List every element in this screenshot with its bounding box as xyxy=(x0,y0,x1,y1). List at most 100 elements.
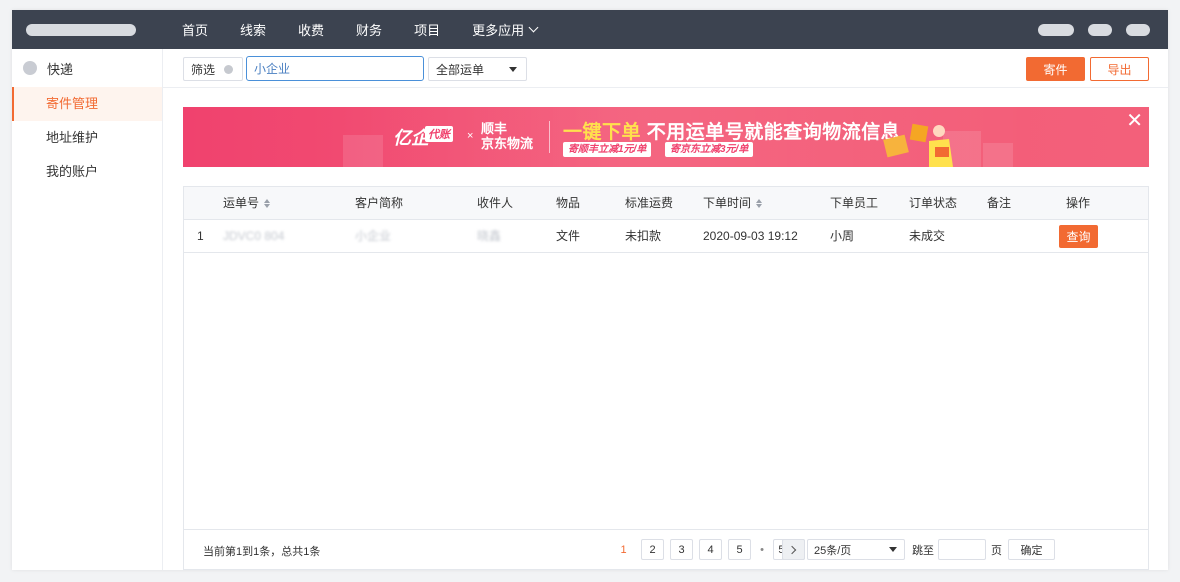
table-header: 运单号 客户简称 收件人 物品 标准运费 下单时间 下单员工 订单状态 备注 操… xyxy=(184,187,1148,220)
item-type: 文件 xyxy=(556,229,581,243)
chevron-down-icon xyxy=(528,22,539,33)
main-content: 筛选 全部运单 寄件 导出 亿企 代账 × 顺丰 京东物流 xyxy=(163,49,1168,570)
filter-toggle[interactable]: 筛选 xyxy=(183,57,243,81)
column-header-label: 下单时间 xyxy=(703,196,752,210)
nav-label: 线索 xyxy=(240,23,267,38)
column-header-label: 标准运费 xyxy=(625,196,674,210)
column-header-order-time[interactable]: 下单时间 xyxy=(703,187,763,220)
waybill-type-select[interactable]: 全部运单 xyxy=(428,57,527,81)
user-actions xyxy=(1024,24,1150,36)
page-size-value: 25条/页 xyxy=(814,544,852,557)
select-value: 全部运单 xyxy=(436,62,485,77)
column-header-label: 备注 xyxy=(987,196,1012,210)
chevron-right-icon xyxy=(787,545,797,554)
order-staff: 小周 xyxy=(830,229,855,243)
jump-label: 跳至 xyxy=(912,544,934,557)
banner-divider xyxy=(549,121,550,153)
standard-fee: 未扣款 xyxy=(625,229,662,243)
column-header-status: 订单状态 xyxy=(909,187,957,220)
app-window: 首页 线索 收费 财务 项目 更多应用 快递 寄件管理 地址维护 我的账户 筛选 xyxy=(12,10,1168,570)
banner-close-icon[interactable]: ✕ xyxy=(1126,111,1143,131)
sidebar-item-my-account[interactable]: 我的账户 xyxy=(12,155,162,189)
column-header-label: 客户简称 xyxy=(355,196,404,210)
nav-item-home[interactable]: 首页 xyxy=(182,20,208,39)
query-button[interactable]: 查询 xyxy=(1059,225,1098,248)
table-footer: 当前第1到1条，总共1条 1 2 3 4 5 • 58 25条/页 跳至 xyxy=(184,529,1148,569)
column-header-label: 收件人 xyxy=(477,196,514,210)
column-header-recipient: 收件人 xyxy=(477,187,513,220)
column-header-item: 物品 xyxy=(556,187,580,220)
brand-logo-placeholder[interactable] xyxy=(26,24,136,36)
nav-label: 财务 xyxy=(356,23,383,38)
next-page-button[interactable] xyxy=(782,539,805,560)
sidebar-item-label: 寄件管理 xyxy=(46,96,99,111)
page-button-current[interactable]: 1 xyxy=(612,539,635,560)
sidebar-item-address-maintenance[interactable]: 地址维护 xyxy=(12,121,162,155)
user-action-placeholder[interactable] xyxy=(1038,24,1074,36)
column-header-label: 运单号 xyxy=(223,196,260,210)
user-action-placeholder[interactable] xyxy=(1126,24,1150,36)
sort-icon[interactable] xyxy=(756,199,763,208)
banner-headline: 一键下单 不用运单号就能查询物流信息 xyxy=(563,117,900,144)
banner-times-sign: × xyxy=(467,130,474,142)
column-header-customer: 客户简称 xyxy=(355,187,403,220)
page-button[interactable]: 2 xyxy=(641,539,664,560)
user-action-placeholder[interactable] xyxy=(1088,24,1112,36)
filter-label: 筛选 xyxy=(191,62,216,77)
sidebar-item-label: 我的账户 xyxy=(46,164,99,179)
recipient-name: 晓鑫 xyxy=(477,229,502,243)
top-nav-bar: 首页 线索 收费 财务 项目 更多应用 xyxy=(12,10,1168,49)
column-header-label: 订单状态 xyxy=(909,196,958,210)
nav-item-more-apps[interactable]: 更多应用 xyxy=(472,20,539,39)
pagination: 1 2 3 4 5 • 58 25条/页 跳至 页 确定 xyxy=(612,539,1055,560)
courier-illustration-icon xyxy=(883,123,953,167)
nav-item-leads[interactable]: 线索 xyxy=(240,20,266,39)
page-ellipsis: • xyxy=(757,539,767,560)
banner-brand-logo: 亿企 xyxy=(393,128,429,148)
sidebar-header[interactable]: 快递 xyxy=(12,49,162,87)
sort-icon[interactable] xyxy=(264,199,271,208)
banner-decoration xyxy=(343,135,383,167)
banner-partner-line: 京东物流 xyxy=(481,136,534,151)
table-row[interactable]: 1 JDVC0 804 小企业 晓鑫 文件 未扣款 2020-09-03 19:… xyxy=(184,220,1148,253)
export-button[interactable]: 导出 xyxy=(1090,57,1149,81)
caret-down-icon xyxy=(889,547,897,552)
nav-label: 更多应用 xyxy=(472,23,525,38)
column-header-actions: 操作 xyxy=(1066,187,1090,220)
sidebar: 快递 寄件管理 地址维护 我的账户 xyxy=(12,49,163,570)
search-input[interactable] xyxy=(246,56,424,81)
customer-name: 小企业 xyxy=(355,229,392,243)
page-size-select[interactable]: 25条/页 xyxy=(807,539,905,560)
column-header-label: 下单员工 xyxy=(830,196,879,210)
nav-item-finance[interactable]: 财务 xyxy=(356,20,382,39)
page-button[interactable]: 4 xyxy=(699,539,722,560)
waybill-number: JDVC0 804 xyxy=(223,229,285,243)
nav-item-projects[interactable]: 项目 xyxy=(414,20,440,39)
sidebar-item-shipment-management[interactable]: 寄件管理 xyxy=(12,87,162,121)
nav-label: 项目 xyxy=(414,23,441,38)
main-nav: 首页 线索 收费 财务 项目 更多应用 xyxy=(182,10,569,49)
nav-item-billing[interactable]: 收费 xyxy=(298,20,324,39)
promo-banner[interactable]: 亿企 代账 × 顺丰 京东物流 一键下单 不用运单号就能查询物流信息 寄顺丰立减… xyxy=(183,107,1149,167)
order-time: 2020-09-03 19:12 xyxy=(703,229,798,243)
page-button[interactable]: 3 xyxy=(670,539,693,560)
banner-discount-tag: 寄京东立减3元/单 xyxy=(665,142,754,157)
banner-discount-tag: 寄顺丰立减1元/单 xyxy=(563,142,652,157)
page-button[interactable]: 5 xyxy=(728,539,751,560)
banner-decoration xyxy=(983,143,1013,167)
banner-headline-text: 不用运单号就能查询物流信息 xyxy=(646,122,901,143)
filter-dot-icon xyxy=(224,64,234,74)
column-header-label: 物品 xyxy=(556,196,581,210)
page-unit-label: 页 xyxy=(991,544,1002,557)
jump-confirm-button[interactable]: 确定 xyxy=(1008,539,1055,560)
column-header-waybill[interactable]: 运单号 xyxy=(223,187,271,220)
nav-label: 收费 xyxy=(298,23,325,38)
jump-page-input[interactable] xyxy=(938,539,986,560)
nav-label: 首页 xyxy=(182,23,209,38)
sidebar-header-label: 快递 xyxy=(47,61,74,77)
express-icon xyxy=(23,61,37,75)
send-button[interactable]: 寄件 xyxy=(1026,57,1085,81)
waybill-table: 运单号 客户简称 收件人 物品 标准运费 下单时间 下单员工 订单状态 备注 操… xyxy=(183,186,1149,570)
column-header-label: 操作 xyxy=(1066,196,1091,210)
column-header-fee: 标准运费 xyxy=(625,187,673,220)
